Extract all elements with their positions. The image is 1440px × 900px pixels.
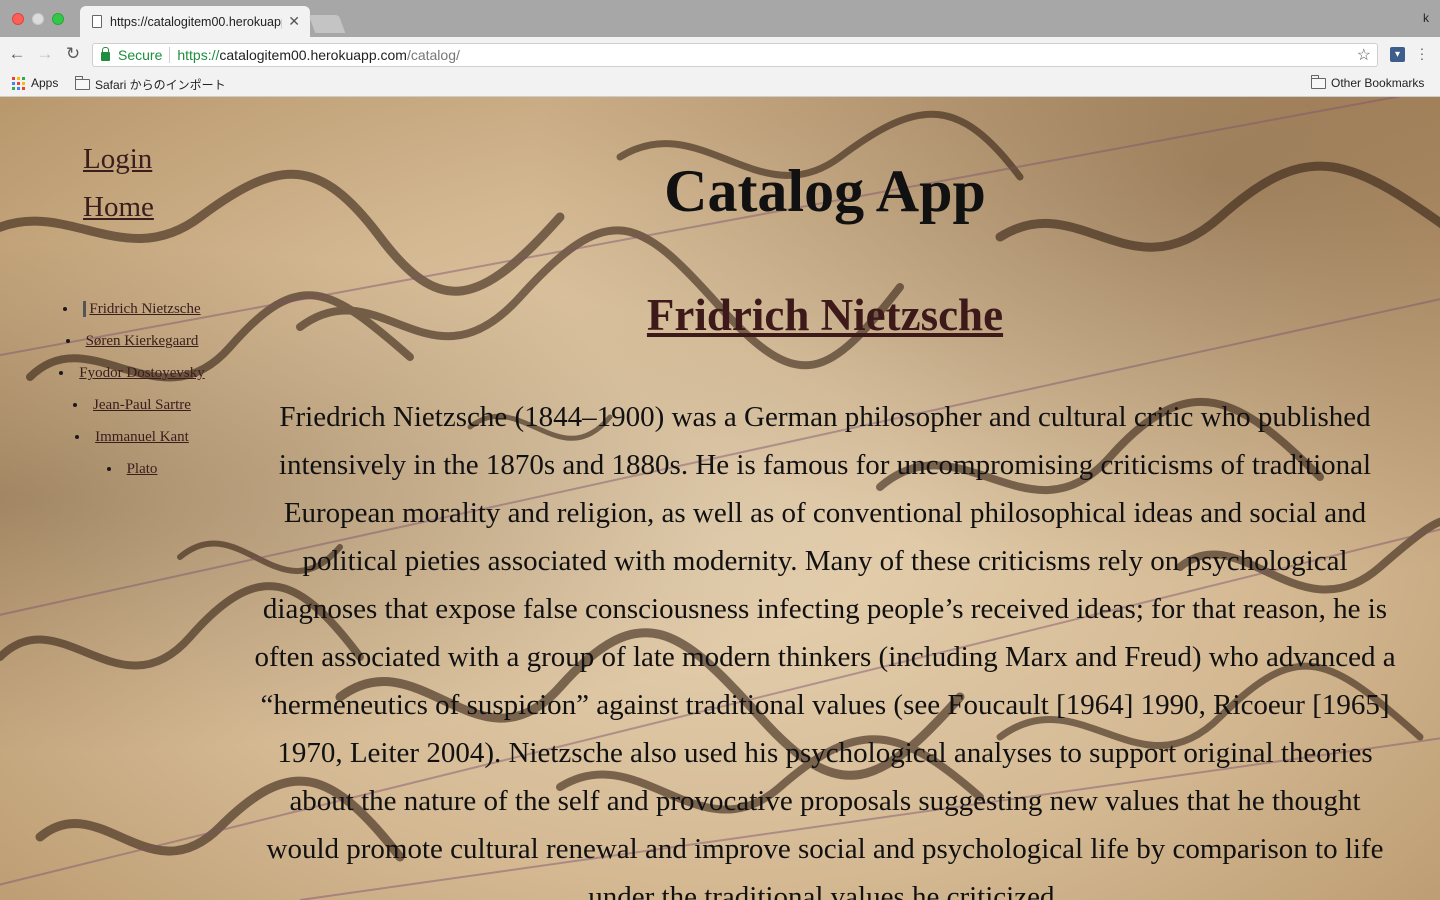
reload-icon[interactable]: ↻ — [62, 43, 84, 65]
list-item: Fyodor Dostoyevsky — [40, 357, 224, 389]
lock-icon — [101, 47, 110, 61]
home-link[interactable]: Home — [83, 183, 154, 231]
address-bar[interactable]: Secure https:// catalogitem00.herokuapp.… — [92, 43, 1378, 67]
url-scheme: https:// — [177, 47, 220, 63]
philosopher-link-kierkegaard[interactable]: Søren Kierkegaard — [86, 333, 199, 349]
close-tab-icon[interactable]: ✕ — [288, 13, 300, 30]
bookmark-apps-label: Apps — [31, 76, 59, 90]
minimize-window-button[interactable] — [32, 13, 44, 25]
list-item: Fridrich Nietzsche — [40, 293, 224, 325]
browser-tab-bar: https://catalogitem00.herokuapp.com/cata… — [0, 0, 1440, 37]
philosopher-link-dostoyevsky[interactable]: Fyodor Dostoyevsky — [79, 365, 204, 381]
new-tab-button[interactable] — [308, 15, 346, 33]
folder-icon — [1311, 74, 1326, 89]
secure-label: Secure — [118, 47, 163, 63]
bookmark-star-icon[interactable]: ☆ — [1357, 45, 1371, 65]
page-title: Catalog App — [664, 158, 986, 224]
maximize-window-button[interactable] — [52, 13, 64, 25]
folder-icon — [75, 76, 90, 90]
url-host: catalogitem00.herokuapp.com — [219, 47, 407, 63]
list-item: Plato — [40, 453, 224, 485]
bookmark-safari-label: Safari からのインポート — [95, 78, 226, 92]
philosopher-link-kant[interactable]: Immanuel Kant — [95, 429, 189, 445]
profile-button[interactable]: k — [1423, 11, 1429, 25]
forward-arrow-icon[interactable]: → — [34, 43, 56, 65]
back-arrow-icon[interactable]: ← — [6, 43, 28, 65]
list-item: Immanuel Kant — [40, 421, 224, 453]
apps-grid-icon — [12, 76, 25, 90]
login-link[interactable]: Login — [83, 135, 154, 183]
bookmark-apps[interactable]: Apps — [12, 76, 58, 90]
tab-title: https://catalogitem00.herokuapp.com/cata… — [110, 14, 282, 29]
url-path: /catalog/ — [406, 47, 460, 63]
list-item: Jean-Paul Sartre — [40, 389, 224, 421]
side-nav: Login Home — [83, 135, 154, 231]
philosopher-link-sartre[interactable]: Jean-Paul Sartre — [93, 397, 191, 413]
bookmark-other-folder[interactable]: Other Bookmarks — [1311, 74, 1425, 90]
extension-icon[interactable]: ▾ — [1390, 47, 1405, 62]
kebab-menu-icon[interactable]: · · · — [1416, 41, 1428, 65]
browser-toolbar: ← → ↻ Secure https:// catalogitem00.hero… — [0, 37, 1440, 73]
philosopher-link-plato[interactable]: Plato — [127, 461, 158, 477]
close-window-button[interactable] — [12, 13, 24, 25]
philosopher-description: Friedrich Nietzsche (1844–1900) was a Ge… — [254, 401, 1396, 900]
bookmarks-bar: Apps Safari からのインポート Other Bookmarks — [0, 73, 1440, 97]
list-item: Søren Kierkegaard — [40, 325, 224, 357]
philosopher-title-link[interactable]: Fridrich Nietzsche — [647, 290, 1003, 340]
omnibox-divider — [169, 47, 171, 63]
bookmark-other-label: Other Bookmarks — [1331, 76, 1425, 90]
philosopher-list: Fridrich Nietzsche Søren Kierkegaard Fyo… — [40, 293, 224, 485]
page-icon — [92, 15, 102, 28]
philosopher-title: Fridrich Nietzsche — [250, 289, 1400, 341]
browser-tab-active[interactable]: https://catalogitem00.herokuapp.com/cata… — [80, 6, 310, 37]
philosopher-link-nietzsche[interactable]: Fridrich Nietzsche — [83, 301, 201, 317]
bookmark-safari-folder[interactable]: Safari からのインポート — [75, 76, 226, 93]
page-viewport[interactable]: Login Home Fridrich Nietzsche Søren Kier… — [0, 97, 1440, 900]
